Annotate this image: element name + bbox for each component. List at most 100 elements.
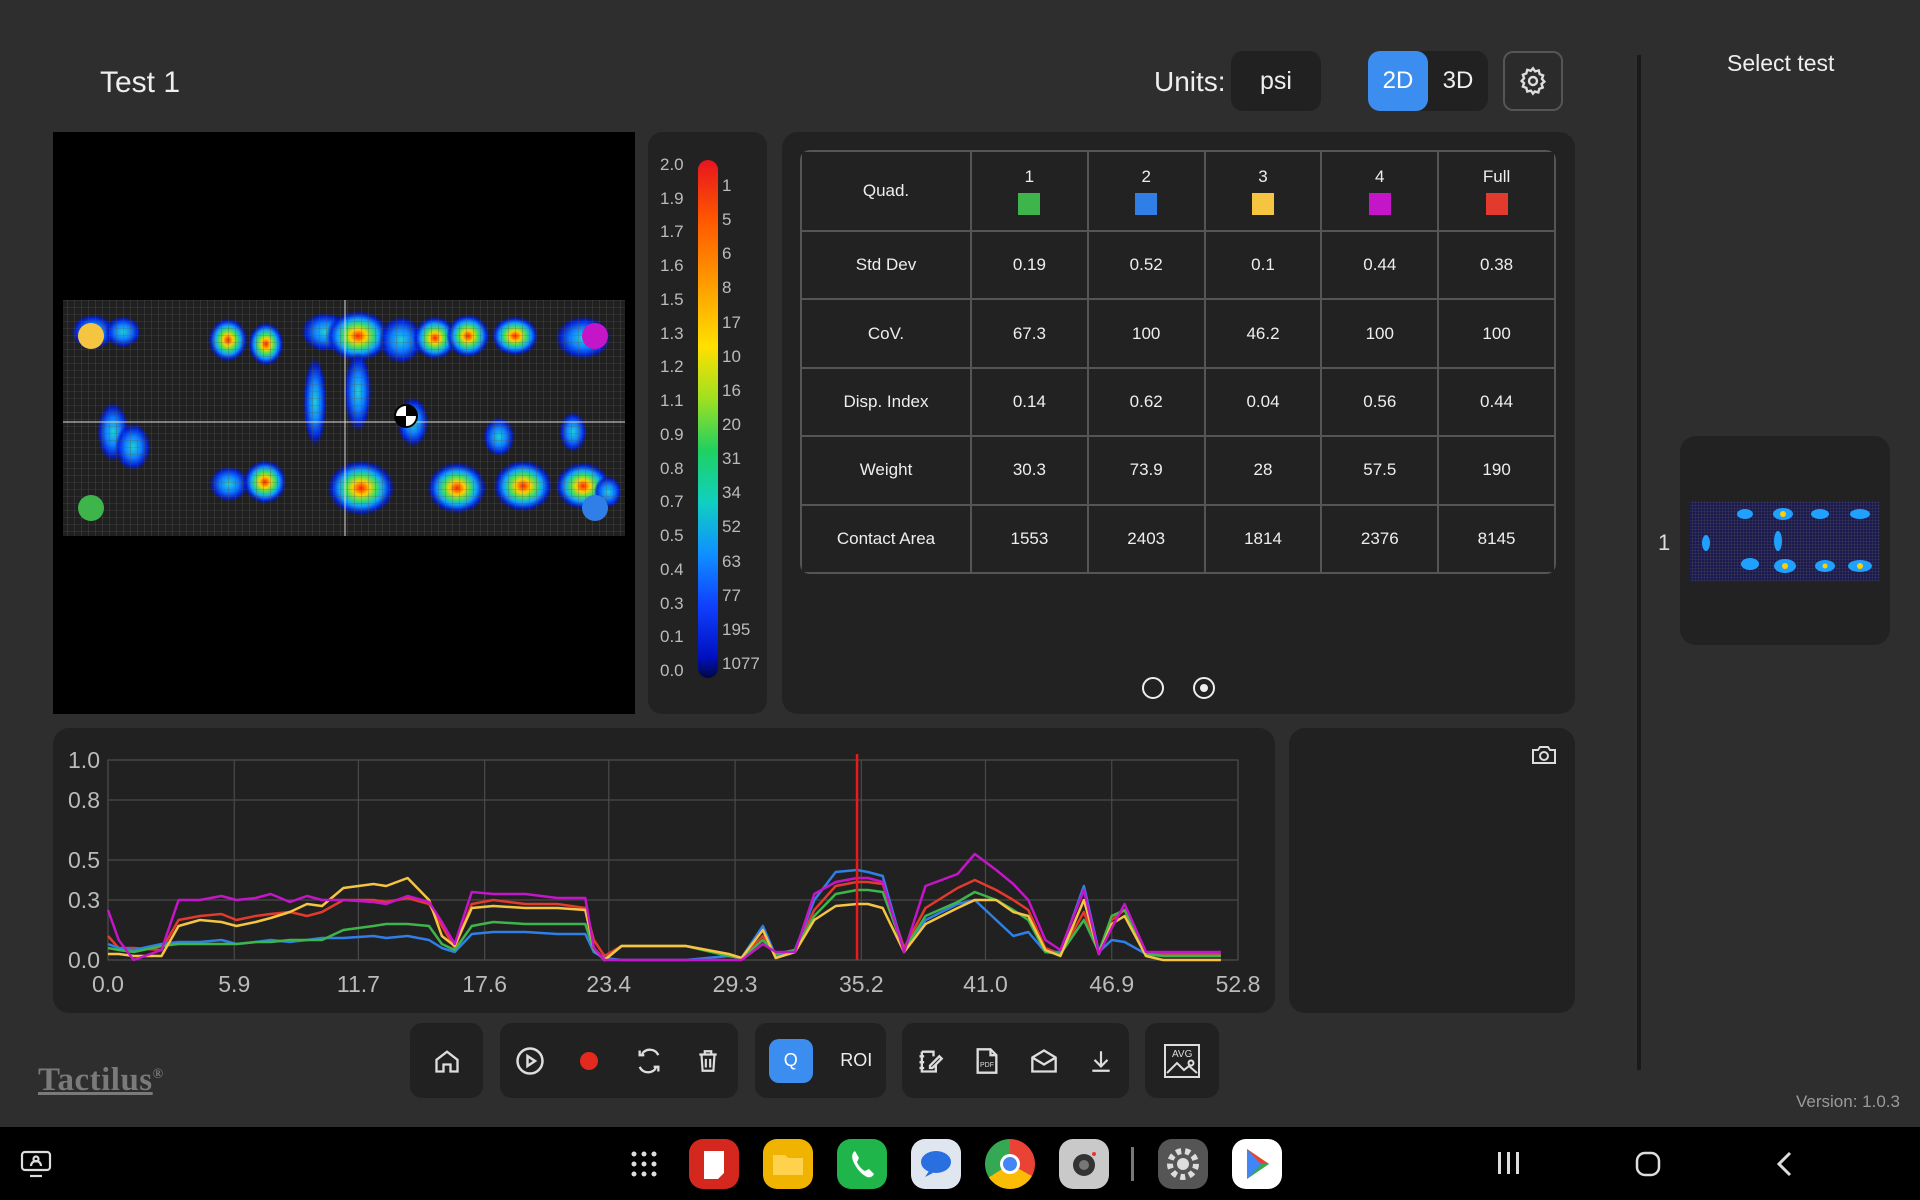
view-3d-button[interactable]: 3D (1428, 51, 1488, 111)
average-image-button[interactable]: AVG (1162, 1041, 1202, 1081)
x-tick-label: 29.3 (713, 971, 758, 997)
camera-app-icon[interactable] (1059, 1139, 1109, 1189)
quadrant-color-swatch (1018, 193, 1041, 215)
table-cell: 0.44 (1437, 366, 1556, 438)
row-label: Disp. Index (800, 366, 972, 438)
scale-right-label: 34 (722, 483, 741, 503)
delete-button[interactable] (688, 1041, 728, 1081)
version-label: Version: 1.0.3 (1796, 1092, 1900, 1111)
quadrant-stats-table: Quad. 1 2 3 4 Full Std Dev 0.19 0.52 0.1 0.44 0.3… (800, 150, 1556, 574)
quadrant-column-label: 2 (1141, 167, 1151, 186)
pressure-heatmap[interactable] (53, 132, 635, 714)
scale-right-label: 31 (722, 449, 741, 469)
scale-left-label: 0.5 (660, 526, 684, 546)
roi-group: Q ROI (755, 1023, 886, 1098)
x-tick-label: 11.7 (337, 971, 380, 997)
refresh-button[interactable] (629, 1041, 669, 1081)
view-2d-button[interactable]: 2D (1368, 51, 1428, 111)
quadrant-1-marker[interactable] (78, 495, 104, 521)
scale-left-label: 1.3 (660, 323, 684, 343)
x-tick-label: 46.9 (1089, 971, 1134, 997)
table-corner-header: Quad. (800, 150, 972, 232)
quadrant-4-marker[interactable] (582, 323, 608, 349)
page-dot-2[interactable] (1193, 677, 1215, 699)
back-nav-button[interactable] (1774, 1150, 1794, 1183)
quadrant-column-header: 1 (970, 150, 1089, 232)
home-button[interactable] (427, 1041, 467, 1081)
color-scale-legend: 2.0 1.9 1.7 1.6 1.5 1.3 1.2 1.1 0.9 0.8 0.7 0.5 0.4 0… (648, 132, 767, 714)
quadrant-2-marker[interactable] (582, 495, 608, 521)
camera-button[interactable] (1531, 744, 1557, 771)
table-cell: 73.9 (1086, 435, 1206, 506)
table-cell: 100 (1437, 298, 1556, 369)
notes-button[interactable] (910, 1041, 950, 1081)
center-of-pressure-marker (394, 404, 418, 428)
pressure-time-chart[interactable]: 0.0 5.9 11.7 17.6 23.4 29.3 35.2 41.0 46.9 52.8 0.… (53, 728, 1275, 1013)
playback-group (500, 1023, 738, 1098)
table-cell: 2376 (1320, 503, 1440, 574)
quadrant-3-marker[interactable] (78, 323, 104, 349)
view-toggle: 2D 3D (1368, 51, 1488, 111)
page-dot-1[interactable] (1142, 677, 1164, 699)
series-line (108, 876, 1221, 962)
svg-text:PDF: PDF (980, 1061, 994, 1068)
x-tick-label: 0.0 (92, 971, 124, 997)
scale-right-label: 77 (722, 585, 741, 605)
thumbnail-heatmap-image (1690, 501, 1880, 581)
notes-app-icon[interactable] (689, 1139, 739, 1189)
home-icon (434, 1049, 459, 1073)
pdf-export-button[interactable]: PDF (967, 1041, 1007, 1081)
phone-app-icon[interactable] (837, 1139, 887, 1189)
x-tick-label: 52.8 (1216, 971, 1261, 997)
table-cell: 1553 (970, 503, 1089, 574)
back-icon (1776, 1151, 1792, 1177)
scale-right-label: 195 (722, 619, 751, 639)
table-cell: 0.38 (1437, 229, 1556, 301)
table-cell: 100 (1086, 298, 1206, 369)
scale-right-label: 63 (722, 551, 741, 571)
x-tick-label: 35.2 (839, 971, 884, 997)
roi-mode-button[interactable]: ROI (840, 1050, 872, 1071)
export-group: PDF (902, 1023, 1129, 1098)
table-cell: 30.3 (970, 435, 1089, 506)
dock-divider (1131, 1147, 1134, 1181)
quadrant-column-label: 1 (1024, 167, 1035, 186)
download-button[interactable] (1081, 1041, 1121, 1081)
trash-icon (699, 1049, 717, 1072)
chrome-app-icon[interactable] (985, 1139, 1035, 1189)
email-button[interactable] (1024, 1041, 1064, 1081)
table-cell: 0.44 (1320, 229, 1440, 301)
row-label: CoV. (800, 298, 972, 369)
y-tick-label: 0.8 (68, 787, 100, 813)
messages-app-icon[interactable] (911, 1139, 961, 1189)
record-icon (580, 1051, 599, 1070)
files-app-icon[interactable] (763, 1139, 813, 1189)
quadrant-mode-button[interactable]: Q (768, 1038, 813, 1083)
settings-app-icon[interactable] (1158, 1139, 1208, 1189)
record-button[interactable] (569, 1041, 609, 1081)
heatmap-canvas (63, 300, 625, 536)
phone-glyph (852, 1151, 874, 1178)
scale-left-label: 1.2 (660, 357, 684, 377)
quadrant-column-label: 4 (1375, 167, 1385, 186)
screen-mirror-button[interactable] (20, 1150, 52, 1183)
table-cell: 0.19 (970, 229, 1089, 301)
play-button[interactable] (510, 1041, 550, 1081)
brand-logo: Tactilus® (38, 1062, 164, 1099)
table-cell: 2403 (1086, 503, 1206, 574)
units-select[interactable]: psi (1231, 51, 1321, 111)
row-label: Std Dev (800, 229, 972, 301)
table-cell: 46.2 (1203, 298, 1323, 369)
scale-right-label: 6 (722, 244, 732, 264)
recent-apps-button[interactable] (1496, 1150, 1522, 1181)
quadrant-column-header: 2 (1086, 150, 1206, 232)
units-label: Units: (1154, 66, 1226, 97)
play-store-app-icon[interactable] (1232, 1139, 1282, 1189)
test-thumbnail[interactable] (1680, 436, 1890, 645)
settings-button[interactable] (1503, 51, 1563, 111)
quadrant-color-swatch (1135, 193, 1158, 215)
app-drawer-button[interactable] (630, 1150, 658, 1183)
page-indicator (782, 677, 1575, 699)
home-nav-button[interactable] (1634, 1150, 1662, 1183)
scale-left-label: 0.7 (660, 492, 684, 512)
